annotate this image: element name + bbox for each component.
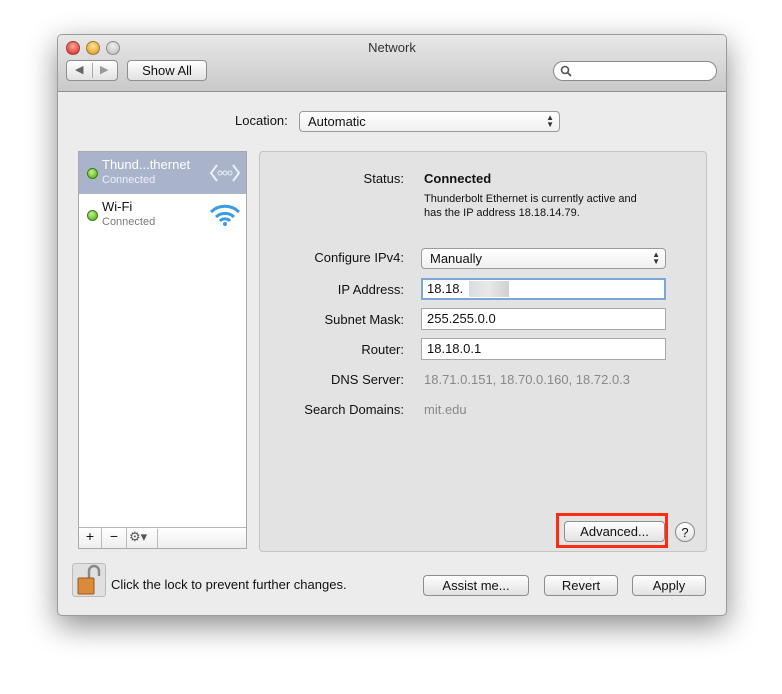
- status-dot-icon: [87, 210, 98, 221]
- service-status: Connected: [102, 174, 156, 186]
- ip-address-value: 18.18.: [427, 281, 464, 296]
- status-dot-icon: [87, 168, 98, 179]
- service-status: Connected: [102, 216, 156, 228]
- remove-service-button[interactable]: −: [102, 528, 127, 548]
- back-forward-control[interactable]: ◀ ▶: [66, 60, 118, 81]
- lock-text: Click the lock to prevent further change…: [111, 577, 347, 592]
- router-field[interactable]: 18.18.0.1: [421, 338, 666, 360]
- configure-ipv4-value: Manually: [430, 251, 483, 266]
- dns-server-label: DNS Server:: [331, 372, 404, 387]
- status-description-line2: has the IP address 18.18.14.79.: [424, 207, 580, 219]
- search-domains-value: mit.edu: [424, 402, 467, 417]
- ip-address-label: IP Address:: [337, 282, 404, 297]
- search-domains-label: Search Domains:: [304, 402, 404, 417]
- subnet-mask-label: Subnet Mask:: [324, 312, 405, 327]
- search-icon: [560, 65, 572, 77]
- apply-button[interactable]: Apply: [632, 575, 706, 596]
- show-all-button[interactable]: Show All: [127, 60, 207, 81]
- wifi-icon: [209, 204, 241, 226]
- assist-me-button[interactable]: Assist me...: [423, 575, 529, 596]
- dns-server-value: 18.71.0.151, 18.70.0.160, 18.72.0.3: [424, 372, 631, 387]
- ip-address-field[interactable]: 18.18.: [421, 278, 666, 300]
- search-input[interactable]: [553, 61, 717, 81]
- list-toolbar: + − ⚙▾: [79, 527, 246, 548]
- divider: [92, 63, 93, 78]
- status-value: Connected: [424, 171, 492, 186]
- configure-ipv4-label: Configure IPv4:: [314, 250, 404, 265]
- location-label: Location:: [235, 113, 288, 128]
- updown-arrows-icon: ▲ ▼: [652, 250, 660, 266]
- location-value: Automatic: [308, 114, 366, 129]
- location-select[interactable]: Automatic ▲ ▼: [299, 111, 560, 132]
- forward-icon[interactable]: ▶: [100, 61, 108, 80]
- add-service-button[interactable]: +: [79, 528, 102, 548]
- router-label: Router:: [361, 342, 404, 357]
- help-button[interactable]: ?: [675, 522, 695, 542]
- title-bar: Network ◀ ▶ Show All: [58, 35, 726, 92]
- gear-menu-button[interactable]: ⚙▾: [129, 529, 158, 548]
- configure-ipv4-select[interactable]: Manually ▲ ▼: [421, 248, 666, 269]
- service-name: Wi-Fi: [102, 199, 133, 214]
- redacted-blur: [469, 281, 509, 297]
- network-window: Network ◀ ▶ Show All Location: Automatic…: [57, 34, 727, 616]
- highlight-box: [556, 513, 668, 548]
- window-title: Network: [368, 40, 416, 55]
- status-label: Status:: [363, 171, 404, 186]
- updown-arrows-icon: ▲ ▼: [546, 113, 554, 129]
- subnet-mask-field[interactable]: 255.255.0.0: [421, 308, 666, 330]
- lock-button[interactable]: [72, 563, 106, 597]
- service-item-wifi[interactable]: Wi-Fi Connected: [79, 194, 246, 236]
- detail-panel: Status: Connected Thunderbolt Ethernet i…: [259, 151, 707, 552]
- back-icon[interactable]: ◀: [75, 61, 83, 80]
- service-name: Thund...thernet: [102, 157, 191, 172]
- status-description-line1: Thunderbolt Ethernet is currently active…: [424, 193, 637, 205]
- lock-open-icon: [77, 564, 101, 595]
- gear-icon: ⚙▾: [129, 529, 148, 544]
- revert-button[interactable]: Revert: [544, 575, 618, 596]
